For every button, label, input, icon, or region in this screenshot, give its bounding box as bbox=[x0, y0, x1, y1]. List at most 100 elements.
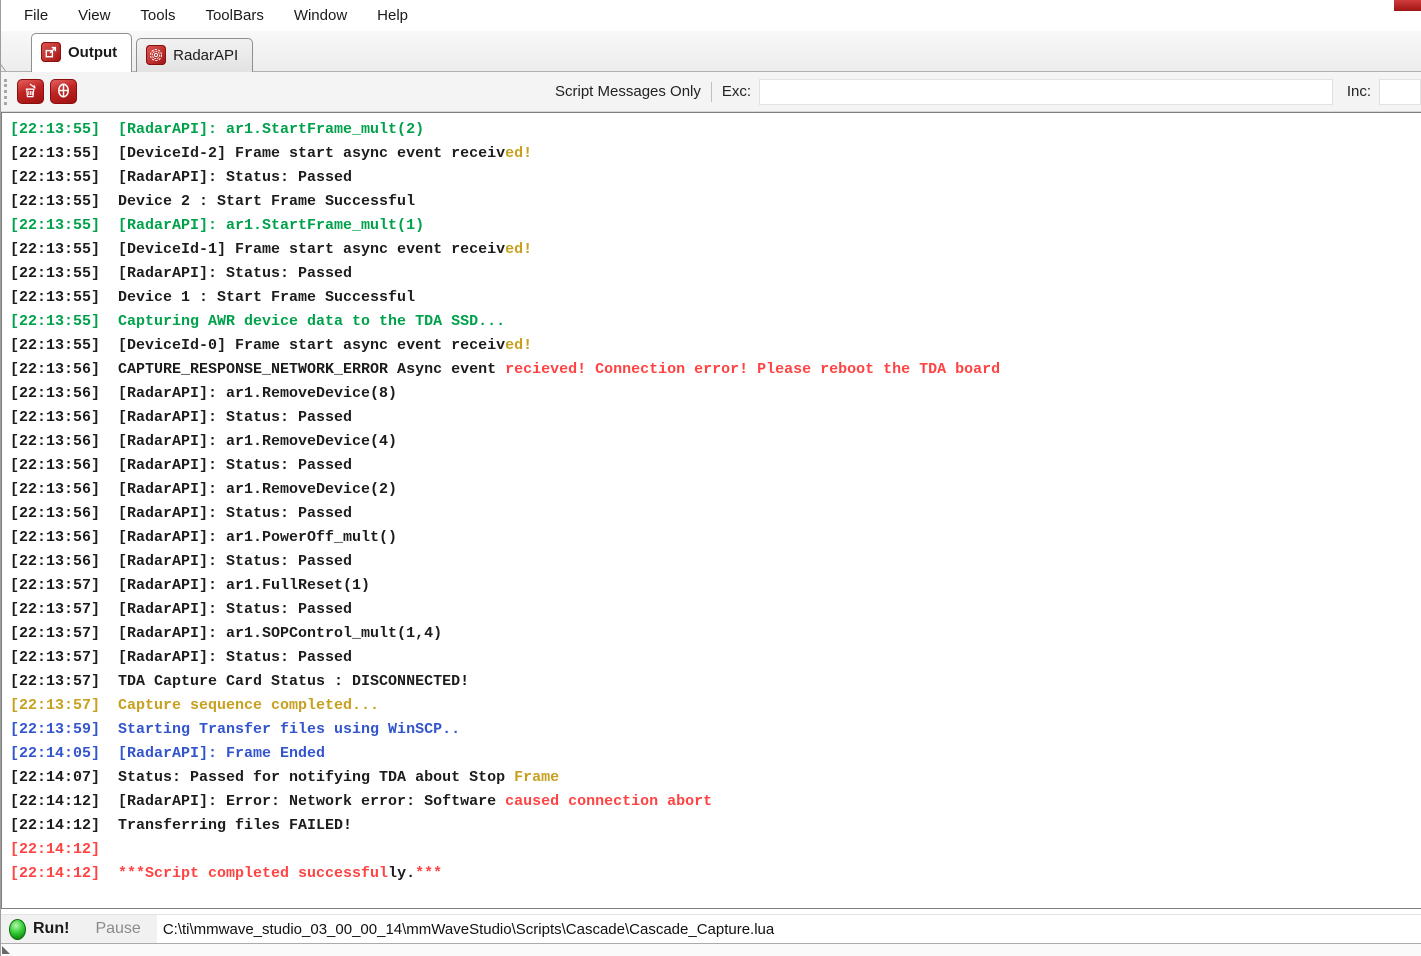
menu-file[interactable]: File bbox=[9, 3, 63, 28]
script-path-field[interactable]: C:\ti\mmwave_studio_03_00_00_14\mmWaveSt… bbox=[156, 915, 1421, 943]
log-timestamp: [22:14:12] bbox=[10, 865, 101, 882]
log-timestamp: [22:13:56] bbox=[10, 553, 101, 570]
log-timestamp: [22:14:05] bbox=[10, 745, 101, 762]
log-timestamp: [22:13:55] bbox=[10, 241, 101, 258]
log-timestamp: [22:13:55] bbox=[10, 169, 101, 186]
log-timestamp: [22:13:56] bbox=[10, 481, 101, 498]
tab-label: Output bbox=[68, 43, 118, 61]
pause-log-button[interactable] bbox=[50, 79, 77, 104]
log-line: [22:13:57] [RadarAPI]: Status: Passed bbox=[10, 598, 1421, 622]
run-led-icon bbox=[9, 918, 26, 940]
run-button[interactable]: Run! bbox=[33, 920, 69, 938]
log-text: Device 2 : Start Frame Successful bbox=[118, 193, 416, 210]
log-text: [RadarAPI]: ar1.StartFrame_mult(1) bbox=[118, 217, 425, 234]
log-timestamp: [22:13:57] bbox=[10, 673, 101, 690]
bottom-strip bbox=[1, 944, 1421, 956]
script-messages-only-label[interactable]: Script Messages Only bbox=[555, 83, 701, 100]
log-line: [22:13:57] [RadarAPI]: ar1.SOPControl_mul… bbox=[10, 622, 1421, 646]
log-timestamp: [22:13:56] bbox=[10, 361, 101, 378]
log-line: [22:14:05] [RadarAPI]: Frame Ended bbox=[10, 742, 1421, 766]
log-text: [RadarAPI]: Status: Passed bbox=[118, 265, 353, 282]
tab-radarapi[interactable]: RadarAPI bbox=[136, 38, 254, 72]
log-timestamp: [22:14:12] bbox=[10, 793, 101, 810]
log-line: [22:14:12] [RadarAPI]: Error: Network err… bbox=[10, 790, 1421, 814]
theta-icon bbox=[55, 82, 72, 102]
log-line: [22:13:55] Device 2 : Start Frame Success… bbox=[10, 190, 1421, 214]
menu-toolbars[interactable]: ToolBars bbox=[190, 3, 278, 28]
output-log[interactable]: [22:13:55] [RadarAPI]: ar1.StartFrame_mul… bbox=[1, 112, 1421, 909]
log-text: Starting Transfer files using WinSCP.. bbox=[118, 721, 461, 738]
mmwave-studio-output-window: File View Tools ToolBars Window Help Output Ra… bbox=[0, 0, 1421, 956]
export-icon bbox=[41, 42, 61, 62]
log-text: Frame bbox=[514, 769, 560, 786]
log-timestamp: [22:13:57] bbox=[10, 697, 101, 714]
log-text: Status: Passed for notifying TDA about S… bbox=[118, 769, 515, 786]
log-text: [RadarAPI]: ar1.RemoveDevice(4) bbox=[118, 433, 398, 450]
log-timestamp: [22:14:12] bbox=[10, 817, 101, 834]
log-text: [RadarAPI]: ar1.RemoveDevice(8) bbox=[118, 385, 398, 402]
log-timestamp: [22:13:55] bbox=[10, 289, 101, 306]
tab-strip-tabs: Output RadarAPI bbox=[31, 33, 257, 72]
log-text: [RadarAPI]: Error: Network error: Softwa… bbox=[118, 793, 506, 810]
log-text: ***Script completed successful bbox=[118, 865, 389, 882]
log-line: [22:13:56] [RadarAPI]: Status: Passed bbox=[10, 406, 1421, 430]
log-text: *** bbox=[415, 865, 443, 882]
log-timestamp: [22:13:55] bbox=[10, 145, 101, 162]
log-timestamp: [22:13:56] bbox=[10, 505, 101, 522]
log-text: ed! bbox=[505, 337, 533, 354]
log-text: Capture sequence completed... bbox=[118, 697, 380, 714]
log-line: [22:13:56] [RadarAPI]: ar1.RemoveDevice(8… bbox=[10, 382, 1421, 406]
log-line: [22:13:57] [RadarAPI]: ar1.FullReset(1) bbox=[10, 574, 1421, 598]
log-text: Device 1 : Start Frame Successful bbox=[118, 289, 416, 306]
log-line: [22:13:56] [RadarAPI]: Status: Passed bbox=[10, 550, 1421, 574]
menu-view[interactable]: View bbox=[63, 3, 125, 28]
menu-tools[interactable]: Tools bbox=[125, 3, 190, 28]
log-line: [22:13:56] [RadarAPI]: ar1.RemoveDevice(4… bbox=[10, 430, 1421, 454]
pause-button[interactable]: Pause bbox=[95, 920, 140, 938]
log-timestamp: [22:13:56] bbox=[10, 385, 101, 402]
log-text: [RadarAPI]: Status: Passed bbox=[118, 601, 353, 618]
menu-window[interactable]: Window bbox=[279, 3, 362, 28]
log-line: [22:14:12] bbox=[10, 838, 1421, 862]
log-line: [22:13:56] [RadarAPI]: Status: Passed bbox=[10, 502, 1421, 526]
log-timestamp: [22:13:55] bbox=[10, 337, 101, 354]
log-text: TDA Capture Card Status : DISCONNECTED! bbox=[118, 673, 470, 690]
log-line: [22:13:55] [RadarAPI]: ar1.StartFrame_mul… bbox=[10, 118, 1421, 142]
log-timestamp: [22:13:55] bbox=[10, 313, 101, 330]
log-timestamp: [22:13:55] bbox=[10, 193, 101, 210]
log-text: Transferring files FAILED! bbox=[118, 817, 353, 834]
log-line: [22:13:55] Capturing AWR device data to t… bbox=[10, 310, 1421, 334]
log-line: [22:13:55] [DeviceId-0] Frame start async… bbox=[10, 334, 1421, 358]
log-line: [22:13:57] [RadarAPI]: Status: Passed bbox=[10, 646, 1421, 670]
log-line: [22:13:57] TDA Capture Card Status : DISC… bbox=[10, 670, 1421, 694]
exc-input[interactable] bbox=[759, 78, 1333, 105]
log-line: [22:13:56] [RadarAPI]: ar1.RemoveDevice(2… bbox=[10, 478, 1421, 502]
log-line: [22:13:55] [DeviceId-2] Frame start async… bbox=[10, 142, 1421, 166]
clear-output-button[interactable] bbox=[17, 79, 44, 104]
run-bar: Run! Pause C:\ti\mmwave_studio_03_00_00_… bbox=[1, 914, 1421, 944]
log-text: [RadarAPI]: Status: Passed bbox=[118, 553, 353, 570]
log-line: [22:13:55] [RadarAPI]: ar1.StartFrame_mul… bbox=[10, 214, 1421, 238]
log-line: [22:14:12] Transferring files FAILED! bbox=[10, 814, 1421, 838]
log-timestamp: [22:13:57] bbox=[10, 649, 101, 666]
log-text: caused connection abort bbox=[505, 793, 713, 810]
log-line: [22:13:55] [RadarAPI]: Status: Passed bbox=[10, 262, 1421, 286]
radar-icon bbox=[146, 45, 167, 65]
log-timestamp: [22:13:57] bbox=[10, 625, 101, 642]
log-timestamp: [22:13:59] bbox=[10, 721, 101, 738]
tab-output[interactable]: Output bbox=[31, 33, 133, 72]
log-line: [22:13:55] Device 1 : Start Frame Success… bbox=[10, 286, 1421, 310]
log-timestamp: [22:14:07] bbox=[10, 769, 101, 786]
log-line: [22:13:56] CAPTURE_RESPONSE_NETWORK_ERROR… bbox=[10, 358, 1421, 382]
log-text: [DeviceId-1] Frame start async event rec… bbox=[118, 241, 506, 258]
log-text: [RadarAPI]: ar1.RemoveDevice(2) bbox=[118, 481, 398, 498]
toolbar-grip-handle[interactable] bbox=[4, 78, 10, 105]
splitter-triangle-icon bbox=[2, 946, 10, 954]
menu-bar: File View Tools ToolBars Window Help bbox=[1, 0, 1421, 31]
log-line: [22:13:57] Capture sequence completed... bbox=[10, 694, 1421, 718]
inc-input[interactable] bbox=[1379, 78, 1421, 105]
menu-help[interactable]: Help bbox=[362, 3, 423, 28]
log-text: [RadarAPI]: Status: Passed bbox=[118, 505, 353, 522]
log-text: recieved! Connection error! Please reboo… bbox=[505, 361, 1001, 378]
log-line: [22:13:56] [RadarAPI]: ar1.PowerOff_mult(… bbox=[10, 526, 1421, 550]
